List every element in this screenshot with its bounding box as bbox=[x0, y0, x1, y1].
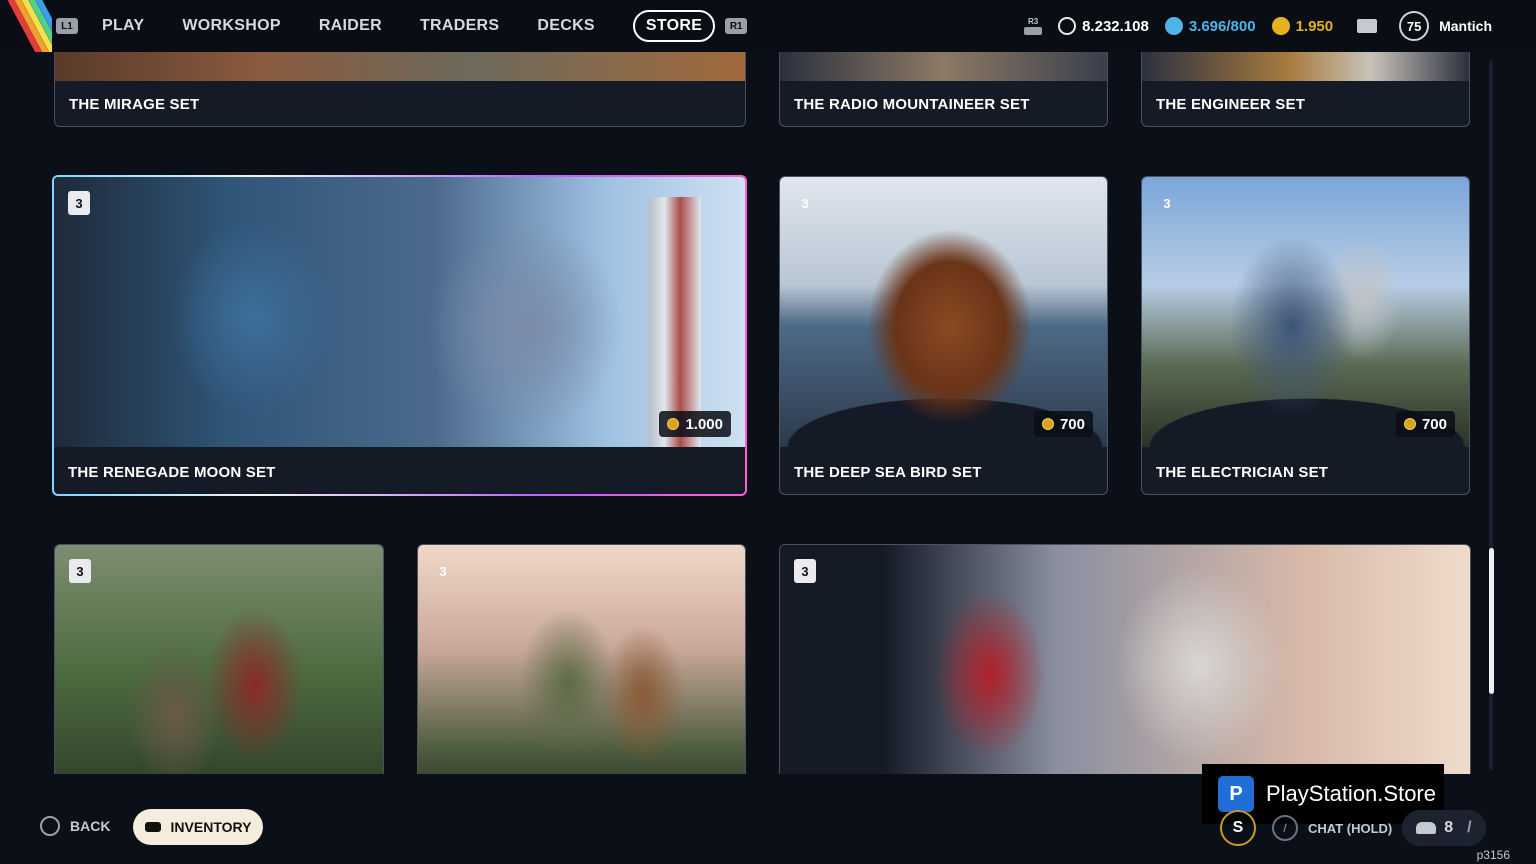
nav-play[interactable]: PLAY bbox=[102, 17, 144, 35]
raider-token-icon bbox=[1271, 17, 1290, 35]
r3-hint-label: R3 bbox=[1027, 17, 1039, 26]
item-count-badge: 3 bbox=[69, 559, 91, 583]
card-art bbox=[780, 545, 1470, 774]
price-value: 700 bbox=[1421, 415, 1447, 433]
nav-raider[interactable]: RAIDER bbox=[319, 17, 382, 35]
voice-icon: / bbox=[1467, 819, 1472, 836]
card-title: THE RENEGADE MOON SET bbox=[68, 464, 276, 481]
coins-value: 8.232.108 bbox=[1082, 17, 1149, 35]
l1-hint-icon: L1 bbox=[56, 18, 78, 34]
cred-value: 3.696/800 bbox=[1188, 17, 1256, 35]
bottom-bar: BACK INVENTORY P PlayStation.Store S / C… bbox=[0, 764, 1536, 864]
card-title: THE MIRAGE SET bbox=[69, 96, 200, 113]
card-title: THE ENGINEER SET bbox=[1156, 96, 1306, 113]
friends-button[interactable]: 8 / bbox=[1402, 810, 1486, 846]
item-count-badge: 3 bbox=[68, 191, 90, 215]
store-card-backpack-set-1[interactable]: 3 bbox=[54, 544, 384, 774]
friends-icon bbox=[1416, 822, 1437, 834]
top-bar: L1 PLAY WORKSHOP RAIDER TRADERS DECKS ST… bbox=[0, 0, 1536, 52]
microphone-icon[interactable]: / bbox=[1272, 815, 1298, 841]
card-art bbox=[1142, 52, 1469, 81]
raider-token-icon bbox=[1041, 418, 1054, 430]
price-tag: 700 bbox=[1395, 411, 1455, 437]
nav-store[interactable]: STORE bbox=[632, 10, 716, 42]
raider-tokens-balance[interactable]: 1.950 bbox=[1271, 17, 1334, 35]
price-value: 700 bbox=[1059, 415, 1085, 433]
card-art bbox=[55, 545, 383, 774]
card-title: THE RADIO MOUNTAINEER SET bbox=[794, 96, 1030, 113]
nav-traders[interactable]: TRADERS bbox=[420, 17, 499, 35]
back-button[interactable]: BACK bbox=[40, 816, 110, 836]
store-card-renegade-moon-set[interactable]: 3 1.000 THE RENEGADE MOON SET bbox=[52, 175, 747, 496]
inventory-button[interactable]: INVENTORY bbox=[133, 809, 263, 845]
cred-icon bbox=[1164, 17, 1183, 35]
game-logo-stripes bbox=[0, 0, 52, 52]
card-title: THE ELECTRICIAN SET bbox=[1156, 464, 1329, 481]
store-card-engineer-set[interactable]: THE ENGINEER SET bbox=[1141, 52, 1470, 127]
cred-balance[interactable]: 3.696/800 bbox=[1164, 17, 1256, 35]
card-art bbox=[54, 177, 745, 447]
coins-balance[interactable]: 8.232.108 bbox=[1058, 17, 1149, 35]
playstation-logo-icon: P bbox=[1218, 776, 1254, 812]
item-count-badge: 3 bbox=[801, 195, 809, 211]
nav-workshop[interactable]: WORKSHOP bbox=[182, 17, 280, 35]
scrollbar-thumb[interactable] bbox=[1489, 548, 1494, 694]
currency-bar: R3 8.232.108 3.696/800 1.950 75 Mantich bbox=[1024, 9, 1492, 43]
store-card-wide-set[interactable]: 3 bbox=[779, 544, 1471, 774]
store-card-deep-sea-bird-set[interactable]: 3 700 THE DEEP SEA BIRD SET bbox=[779, 176, 1108, 495]
card-title: THE DEEP SEA BIRD SET bbox=[794, 464, 982, 481]
player-username[interactable]: Mantich bbox=[1439, 18, 1492, 34]
chat-area: S / CHAT (HOLD) 8 / bbox=[1220, 810, 1486, 846]
store-card-electrician-set[interactable]: 3 700 THE ELECTRICIAN SET bbox=[1141, 176, 1470, 495]
r3-hint-shape bbox=[1024, 27, 1043, 35]
item-count-badge: 3 bbox=[794, 559, 816, 583]
build-id: p3156 bbox=[1476, 848, 1510, 862]
raider-token-icon bbox=[1403, 418, 1416, 430]
raider-token-icon bbox=[667, 418, 680, 430]
r3-hint-icon: R3 bbox=[1024, 17, 1043, 35]
price-tag: 700 bbox=[1033, 411, 1093, 437]
inventory-label: INVENTORY bbox=[170, 819, 252, 835]
chat-hold-label: CHAT (HOLD) bbox=[1308, 820, 1393, 836]
card-art bbox=[1142, 177, 1469, 447]
nav-decks[interactable]: DECKS bbox=[537, 17, 595, 35]
touchpad-icon bbox=[144, 822, 161, 832]
store-card-mirage-set[interactable]: THE MIRAGE SET bbox=[54, 52, 746, 127]
coins-icon bbox=[1058, 17, 1077, 35]
store-grid: THE MIRAGE SET THE RADIO MOUNTAINEER SET… bbox=[0, 52, 1536, 774]
price-value: 1.000 bbox=[685, 415, 723, 433]
r1-hint-icon: R1 bbox=[725, 18, 748, 34]
ps-store-label: PlayStation.Store bbox=[1266, 781, 1436, 806]
card-art bbox=[780, 177, 1107, 447]
main-nav: L1 PLAY WORKSHOP RAIDER TRADERS DECKS ST… bbox=[56, 9, 748, 43]
item-count-badge: 3 bbox=[439, 563, 447, 579]
player-level-badge[interactable]: 75 bbox=[1399, 11, 1430, 41]
back-label: BACK bbox=[70, 818, 111, 834]
circle-button-icon bbox=[40, 816, 60, 836]
raiders-logo-icon[interactable]: S bbox=[1220, 810, 1256, 846]
card-art bbox=[418, 545, 745, 774]
friends-count: 8 bbox=[1444, 819, 1454, 836]
store-card-radio-mountaineer-set[interactable]: THE RADIO MOUNTAINEER SET bbox=[779, 52, 1108, 127]
card-art bbox=[55, 52, 745, 81]
store-card-backpack-set-2[interactable]: 3 bbox=[417, 544, 746, 774]
item-count-badge: 3 bbox=[1163, 195, 1171, 211]
tower-art bbox=[649, 197, 701, 447]
raider-tokens-value: 1.950 bbox=[1295, 17, 1334, 35]
price-tag: 1.000 bbox=[659, 411, 731, 437]
mail-icon[interactable] bbox=[1357, 19, 1378, 33]
card-art bbox=[780, 52, 1107, 81]
